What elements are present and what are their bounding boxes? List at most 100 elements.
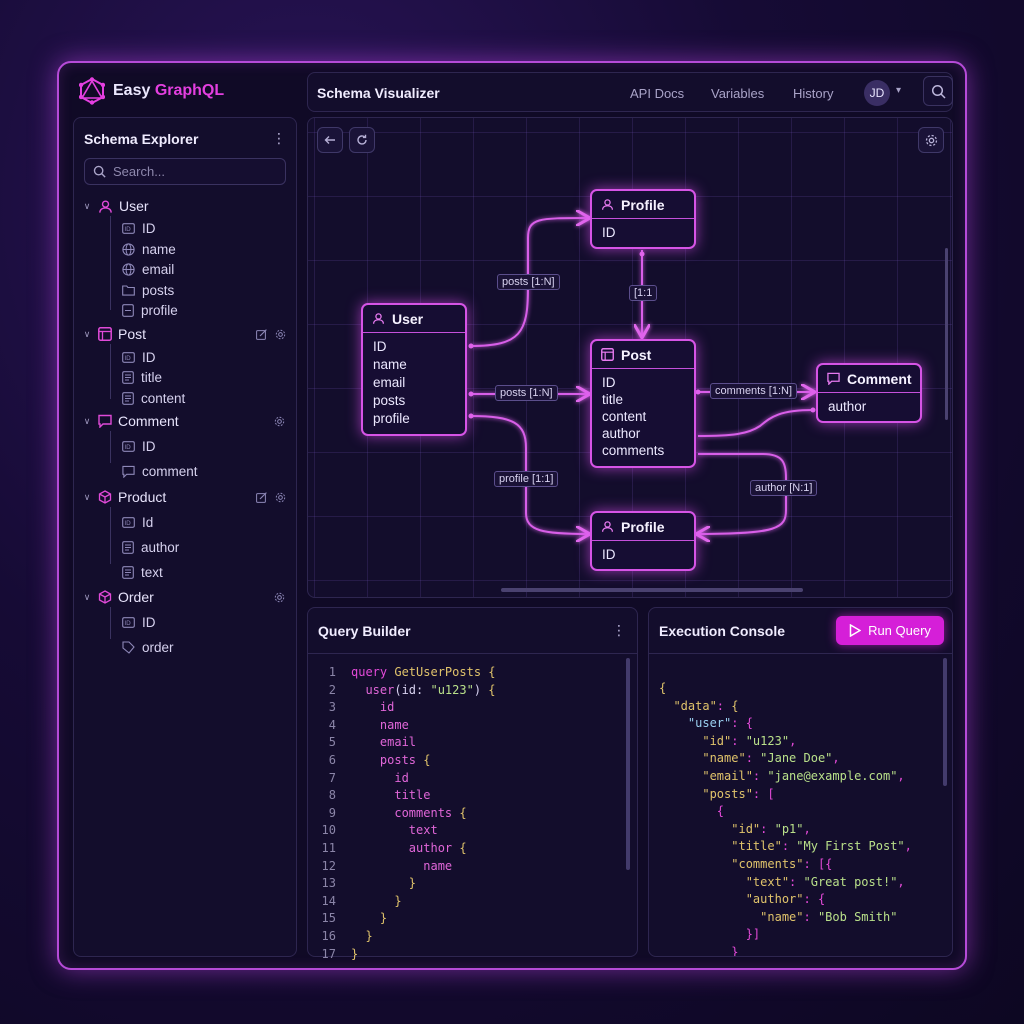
tree-field[interactable]: ID ID — [122, 347, 156, 367]
gear-icon[interactable] — [274, 592, 285, 603]
json-token: : — [752, 768, 768, 783]
top-bar: Schema Visualizer API Docs Variables His… — [307, 72, 953, 112]
nav-history[interactable]: History — [793, 86, 833, 101]
json-token: "posts" — [659, 786, 753, 801]
chevron-down-icon[interactable]: ∨ — [82, 492, 92, 503]
tree-type-product[interactable]: ∨ Product — [82, 487, 167, 507]
edge-label: posts [1:N] — [495, 385, 558, 401]
json-token: : { — [731, 716, 753, 731]
globe-icon — [122, 242, 135, 256]
tree-field[interactable]: content — [122, 388, 185, 408]
window-icon — [601, 348, 614, 361]
svg-text:ID: ID — [124, 226, 131, 233]
tree-field[interactable]: comment — [122, 461, 198, 481]
chevron-down-icon[interactable]: ∨ — [82, 416, 92, 427]
node-fields: ID — [592, 219, 694, 246]
node-user[interactable]: User ID name email posts profile — [361, 303, 467, 436]
tree-guide-line — [110, 431, 111, 463]
chevron-down-icon[interactable]: ▾ — [896, 85, 901, 96]
tree-field[interactable]: ID Id — [122, 512, 153, 532]
json-token: : — [745, 751, 761, 766]
tree-field[interactable]: profile — [122, 300, 178, 320]
nav-variables[interactable]: Variables — [711, 86, 764, 101]
tree-guide-line — [110, 344, 111, 399]
code-token: { — [488, 665, 496, 679]
query-editor[interactable]: 1 query GetUserPosts {2 user (id: "u123") … — [308, 665, 496, 964]
tree-field[interactable]: author — [122, 537, 179, 557]
node-field: posts — [373, 393, 406, 408]
line-number: 12 — [321, 858, 336, 873]
global-search-button[interactable] — [923, 76, 953, 106]
node-title: Profile — [621, 518, 665, 535]
chevron-down-icon[interactable]: ∨ — [82, 329, 92, 340]
schema-canvas[interactable]: Profile ID User ID name email posts prof… — [307, 117, 953, 598]
line-number: 14 — [321, 893, 336, 908]
json-token: , — [803, 821, 811, 836]
text-icon — [122, 540, 134, 554]
tree-field-label: order — [142, 639, 174, 655]
tree-field[interactable]: title — [122, 367, 162, 387]
chevron-down-icon[interactable]: ∨ — [82, 201, 92, 212]
query-builder-panel: Query Builder ⋮ 1 query GetUserPosts {2 u… — [307, 607, 638, 961]
divider — [649, 653, 952, 654]
code-token: } — [351, 911, 388, 926]
node-profile-top[interactable]: Profile ID — [590, 189, 696, 249]
json-token: , — [897, 768, 905, 783]
gear-icon[interactable] — [275, 492, 286, 503]
tree-type-post[interactable]: ∨ Post — [82, 324, 146, 344]
json-token: "title" — [659, 839, 782, 854]
tree-field[interactable]: name — [122, 239, 176, 259]
node-field: title — [602, 392, 624, 407]
tree-field[interactable]: email — [122, 259, 174, 279]
run-query-button[interactable]: Run Query — [836, 616, 944, 645]
tree-type-label: User — [119, 198, 149, 214]
tree-field[interactable]: order — [122, 637, 174, 657]
node-profile-bottom[interactable]: Profile ID — [590, 511, 696, 571]
json-token: : { — [803, 892, 826, 907]
tree-field[interactable]: text — [122, 562, 163, 582]
schema-search[interactable] — [84, 158, 286, 185]
line-number: 5 — [328, 735, 336, 750]
json-token: "text" — [659, 874, 790, 889]
more-vertical-icon[interactable]: ⋮ — [612, 622, 626, 639]
line-number: 17 — [321, 946, 336, 961]
canvas-horizontal-scrollbar[interactable] — [501, 588, 803, 592]
json-token: "name" — [659, 909, 804, 924]
node-field: profile — [373, 411, 410, 426]
gear-icon[interactable] — [275, 329, 286, 340]
line-number: 6 — [328, 752, 336, 767]
chevron-down-icon[interactable]: ∨ — [82, 592, 92, 603]
tree-field[interactable]: ID ID — [122, 436, 156, 456]
query-editor-scrollbar[interactable] — [626, 658, 630, 870]
node-comment[interactable]: Comment author — [816, 363, 922, 423]
node-post[interactable]: Post ID title content author comments — [590, 339, 696, 468]
edit-icon[interactable] — [256, 328, 267, 340]
nav-api-docs[interactable]: API Docs — [630, 86, 684, 101]
edge-label: profile [1:1] — [494, 471, 559, 487]
edit-icon[interactable] — [256, 491, 267, 503]
tree-type-user[interactable]: ∨ User — [82, 196, 149, 216]
tree-guide-line — [110, 216, 111, 310]
tree-type-comment[interactable]: ∨ Comment — [82, 411, 179, 431]
json-token: "email" — [659, 768, 753, 783]
tree-type-order[interactable]: ∨ Order — [82, 587, 154, 607]
console-scrollbar[interactable] — [943, 658, 947, 786]
cube-icon — [98, 590, 112, 604]
more-vertical-icon[interactable]: ⋮ — [272, 130, 286, 147]
node-title: Comment — [847, 370, 912, 387]
node-header: Profile — [592, 513, 694, 541]
gear-icon[interactable] — [274, 416, 285, 427]
tree-field[interactable]: ID ID — [122, 612, 156, 632]
tree-field[interactable]: posts — [122, 280, 174, 300]
user-icon — [372, 313, 385, 324]
edge-label: comments [1:N] — [710, 383, 798, 399]
line-number: 8 — [328, 788, 336, 803]
tree-type-actions — [256, 487, 286, 507]
schema-search-input[interactable] — [113, 164, 273, 179]
app-logo[interactable]: Easy GraphQL — [79, 77, 224, 105]
tree-type-label: Order — [118, 589, 154, 605]
user-avatar[interactable]: JD — [864, 80, 890, 106]
canvas-vertical-scrollbar[interactable] — [945, 248, 948, 420]
tree-field[interactable]: ID ID — [122, 218, 156, 238]
tree-field-label: content — [141, 390, 186, 406]
